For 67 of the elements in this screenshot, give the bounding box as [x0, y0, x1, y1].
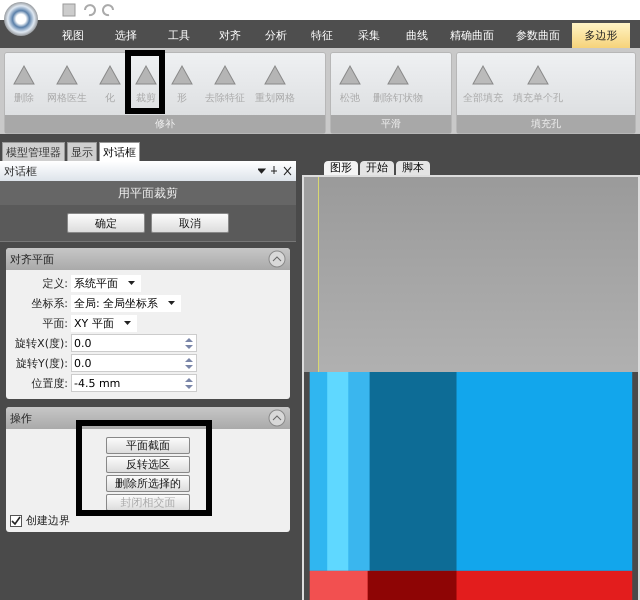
ribbon-tab[interactable]: 视图: [44, 23, 102, 48]
highlight-frame: [125, 50, 165, 114]
panel-tab[interactable]: 显示: [67, 142, 97, 161]
spin-field[interactable]: -4.5 mm: [71, 374, 197, 392]
caret-icon: [124, 321, 131, 325]
tool-icon: [262, 63, 288, 87]
ribbon-tab[interactable]: 多边形: [572, 23, 630, 48]
ribbon-tab[interactable]: 曲线: [394, 23, 440, 48]
tool-icon: [133, 63, 159, 87]
collapse-icon[interactable]: [268, 250, 286, 268]
dialog-button[interactable]: 确定: [67, 213, 145, 233]
ribbon-group-label: 平滑: [331, 115, 451, 133]
tool-icon: [54, 63, 80, 87]
dropdown[interactable]: 系统平面: [71, 274, 141, 292]
spinner-arrows-icon[interactable]: [184, 376, 194, 390]
view-tab[interactable]: 脚本: [396, 161, 430, 175]
tool-icon: [525, 63, 551, 87]
view-tab[interactable]: 开始: [360, 161, 394, 175]
tool-icon: [11, 63, 37, 87]
ribbon-tab[interactable]: 特征: [300, 23, 344, 48]
action-button[interactable]: 删除所选择的: [106, 475, 190, 492]
caret-icon: [168, 301, 176, 305]
field-label: 位置度:: [30, 376, 68, 390]
action-button[interactable]: 反转选区: [106, 456, 190, 473]
collapse-icon[interactable]: [268, 409, 286, 427]
field-label: 平面:: [41, 316, 68, 330]
undo-icon[interactable]: [82, 3, 96, 17]
spin-field[interactable]: 0.0: [71, 334, 197, 352]
ribbon-tab[interactable]: 工具: [150, 23, 208, 48]
ribbon-tab[interactable]: 精确曲面: [440, 23, 504, 48]
ribbon-tab[interactable]: 分析: [252, 23, 300, 48]
dialog-button[interactable]: 取消: [151, 213, 229, 233]
section-title: 对齐平面: [10, 252, 54, 266]
ribbon-group-label: 填充孔: [457, 115, 635, 133]
section-title: 操作: [10, 410, 32, 426]
action-button[interactable]: 平面截面: [106, 437, 190, 454]
dialog-heading: 用平面裁剪: [0, 181, 296, 205]
redo-icon[interactable]: [102, 3, 116, 17]
field-label: 定义:: [41, 276, 68, 290]
checkbox[interactable]: [10, 514, 22, 526]
tool-icon: [337, 63, 363, 87]
tool-icon: [385, 63, 411, 87]
ribbon-tab[interactable]: 选择: [102, 23, 150, 48]
view-tab[interactable]: 图形: [324, 161, 358, 175]
panel-tab[interactable]: 对话框: [99, 142, 140, 161]
checkbox-label: 创建边界: [26, 513, 70, 528]
ribbon-group-label: 修补: [5, 115, 325, 133]
caret-icon: [128, 281, 135, 285]
spin-field[interactable]: 0.0: [71, 354, 197, 372]
pin-close-icon[interactable]: [258, 166, 292, 176]
tool-icon: [212, 63, 238, 87]
spinner-arrows-icon[interactable]: [184, 336, 194, 350]
ribbon-tab[interactable]: 对齐: [208, 23, 252, 48]
dialog-title: 对话框: [4, 164, 37, 178]
field-label: 坐标系:: [30, 296, 68, 310]
field-label: 旋转Y(度):: [14, 356, 68, 370]
tool-icon: [97, 63, 123, 87]
dropdown[interactable]: 全局: 全局坐标系: [71, 294, 182, 312]
tool-icon: [470, 63, 496, 87]
ribbon-tab[interactable]: 参数曲面: [504, 23, 572, 48]
save-icon[interactable]: [62, 3, 76, 17]
ribbon-tab[interactable]: 采集: [344, 23, 394, 48]
panel-tab[interactable]: 模型管理器: [2, 142, 65, 161]
spinner-arrows-icon[interactable]: [184, 356, 194, 370]
field-label: 旋转X(度):: [14, 336, 68, 350]
tool-icon: [169, 63, 195, 87]
dropdown[interactable]: XY 平面: [71, 314, 137, 332]
